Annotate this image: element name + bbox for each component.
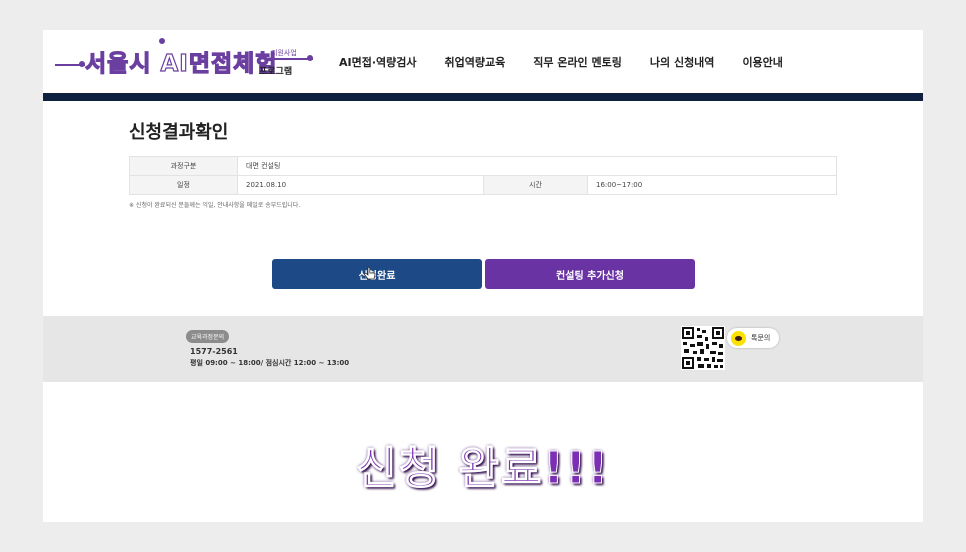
- table-value: 2021.08.10: [237, 175, 484, 195]
- nav-item-mentoring[interactable]: 직무 온라인 멘토링: [533, 54, 622, 70]
- add-consulting-button[interactable]: 컨설팅 추가신청: [485, 259, 695, 289]
- logo-program-text: 프로그램: [259, 67, 293, 77]
- page-title: 신청결과확인: [129, 122, 229, 143]
- table-row: 과정구분 대면 컨설팅: [129, 156, 837, 176]
- header-divider-bar: [43, 93, 923, 101]
- hand-cursor-icon: [364, 267, 376, 280]
- table-row: 일정 2021.08.10 시간 16:00~17:00: [129, 175, 837, 195]
- nav-item-ai-interview[interactable]: AI면접·역량검사: [339, 54, 417, 70]
- main-nav: AI면접·역량검사 취업역량교육 직무 온라인 멘토링 나의 신청내역 이용안내: [339, 54, 811, 70]
- kakao-talk-button[interactable]: 톡문의: [727, 328, 780, 348]
- table-label: 일정: [129, 175, 238, 195]
- nav-item-guide[interactable]: 이용안내: [742, 54, 782, 70]
- overlay-caption: 신청 완료!!!: [356, 443, 610, 495]
- nav-item-job-education[interactable]: 취업역량교육: [445, 54, 506, 70]
- site-header: 서울시 AI면접체험 지원사업 프로그램 AI면접·역량검사 취업역량교육 직무…: [43, 30, 923, 101]
- table-value: 대면 컨설팅: [237, 156, 837, 176]
- site-logo[interactable]: 서울시 AI면접체험 지원사업 프로그램: [55, 38, 313, 86]
- notice-text: ※ 신청이 완료되신 분들께는 익일, 안내사항을 메일로 송부드립니다.: [129, 202, 301, 209]
- kakao-talk-icon: [731, 330, 746, 346]
- logo-subtext: 지원사업: [271, 49, 297, 57]
- logo-text: 서울시 AI면접체험: [84, 50, 278, 77]
- nav-item-my-applications[interactable]: 나의 신청내역: [650, 54, 715, 70]
- footer-hours: 평일 09:00 ~ 18:00/ 점심시간 12:00 ~ 13:00: [190, 359, 350, 367]
- site-footer: 교육과정문의 1577-2561 평일 09:00 ~ 18:00/ 점심시간 …: [43, 316, 923, 382]
- footer-phone: 1577-2561: [190, 347, 238, 356]
- result-table: 과정구분 대면 컨설팅 일정 2021.08.10 시간 16:00~17:00: [129, 156, 837, 195]
- table-value: 16:00~17:00: [587, 175, 837, 195]
- footer-contact-badge: 교육과정문의: [186, 330, 230, 343]
- logo-dot-right: [307, 55, 313, 61]
- qr-code-icon: [681, 326, 725, 370]
- table-label: 과정구분: [129, 156, 238, 176]
- add-consulting-button-label: 컨설팅 추가신청: [556, 270, 624, 282]
- kakao-talk-label: 톡문의: [751, 334, 771, 342]
- complete-button[interactable]: 신청완료: [272, 259, 482, 289]
- table-label: 시간: [483, 175, 588, 195]
- app-frame: 서울시 AI면접체험 지원사업 프로그램 AI면접·역량검사 취업역량교육 직무…: [43, 30, 923, 522]
